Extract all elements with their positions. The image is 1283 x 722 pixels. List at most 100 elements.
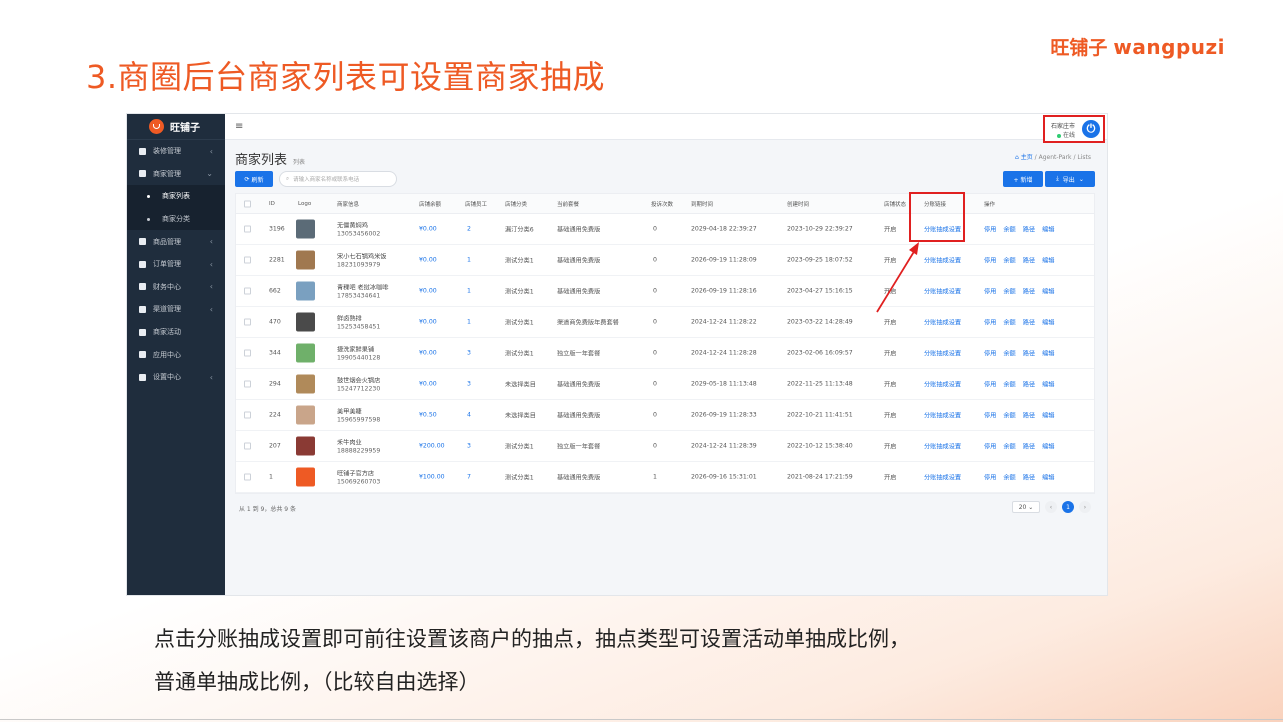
- action-button-3[interactable]: 编辑: [1042, 475, 1054, 482]
- power-icon[interactable]: ⏻: [1082, 120, 1100, 138]
- sidebar-item-4[interactable]: 商品管理 ‹: [127, 230, 225, 253]
- next-page-button[interactable]: ›: [1079, 501, 1091, 513]
- sidebar-item-7[interactable]: 渠道管理 ‹: [127, 298, 225, 321]
- balance-link[interactable]: ¥0.00: [419, 226, 437, 233]
- column-header[interactable]: Logo: [298, 201, 311, 207]
- sidebar-item-5[interactable]: 订单管理 ‹: [127, 253, 225, 276]
- column-header[interactable]: ID: [269, 201, 275, 207]
- action-button-3[interactable]: 编辑: [1042, 320, 1054, 327]
- sidebar-item-8[interactable]: 商家活动: [127, 321, 225, 344]
- sidebar-item-10[interactable]: 设置中心 ‹: [127, 366, 225, 389]
- action-button-2[interactable]: 路径: [1023, 258, 1035, 265]
- action-button-1[interactable]: 余额: [1003, 227, 1015, 234]
- sidebar-item-1[interactable]: 商家管理 ⌄: [127, 163, 225, 186]
- balance-link[interactable]: ¥0.00: [419, 381, 437, 388]
- staff-link[interactable]: 1: [467, 288, 471, 295]
- page-number-button[interactable]: 1: [1062, 501, 1074, 513]
- action-button-0[interactable]: 停用: [984, 413, 996, 420]
- action-button-3[interactable]: 编辑: [1042, 413, 1054, 420]
- search-input[interactable]: ⌕ 请输入商家名称或联系电话: [279, 171, 397, 187]
- action-button-1[interactable]: 余额: [1003, 444, 1015, 451]
- action-button-2[interactable]: 路径: [1023, 444, 1035, 451]
- refresh-button[interactable]: ⟳ 刷新: [235, 171, 273, 187]
- column-header[interactable]: 店铺余额: [419, 200, 441, 208]
- action-button-2[interactable]: 路径: [1023, 351, 1035, 358]
- action-button-1[interactable]: 余额: [1003, 258, 1015, 265]
- sidebar-logo[interactable]: 旺铺子: [127, 114, 225, 140]
- menu-toggle-icon[interactable]: ≡: [235, 121, 243, 132]
- row-checkbox[interactable]: [244, 256, 251, 264]
- balance-link[interactable]: ¥200.00: [419, 443, 445, 450]
- split-link-button[interactable]: 分账抽成设置: [924, 473, 961, 482]
- row-checkbox[interactable]: [244, 349, 251, 357]
- action-button-1[interactable]: 余额: [1003, 289, 1015, 296]
- action-button-0[interactable]: 停用: [984, 351, 996, 358]
- sidebar-item-6[interactable]: 财务中心 ‹: [127, 276, 225, 299]
- column-header[interactable]: 店铺员工: [465, 200, 487, 208]
- action-button-3[interactable]: 编辑: [1042, 382, 1054, 389]
- action-button-3[interactable]: 编辑: [1042, 351, 1054, 358]
- staff-link[interactable]: 3: [467, 443, 471, 450]
- action-button-2[interactable]: 路径: [1023, 382, 1035, 389]
- row-checkbox[interactable]: [244, 411, 251, 419]
- balance-link[interactable]: ¥0.50: [419, 412, 437, 419]
- page-size-select[interactable]: 20 ⌄: [1012, 501, 1040, 513]
- action-button-0[interactable]: 停用: [984, 444, 996, 451]
- export-button[interactable]: ⤓ 导出 ⌄: [1045, 171, 1095, 187]
- column-header[interactable]: 创建时间: [787, 200, 809, 208]
- sidebar-item-0[interactable]: 装修管理 ‹: [127, 140, 225, 163]
- action-button-1[interactable]: 余额: [1003, 382, 1015, 389]
- balance-link[interactable]: ¥0.00: [419, 288, 437, 295]
- split-link-button[interactable]: 分账抽成设置: [924, 380, 961, 389]
- split-link-button[interactable]: 分账抽成设置: [924, 287, 961, 296]
- balance-link[interactable]: ¥0.00: [419, 257, 437, 264]
- action-button-3[interactable]: 编辑: [1042, 289, 1054, 296]
- action-button-0[interactable]: 停用: [984, 320, 996, 327]
- column-header[interactable]: 到期时间: [691, 200, 713, 208]
- user-box[interactable]: 石家庄市 在线 ⏻: [1043, 115, 1105, 143]
- action-button-0[interactable]: 停用: [984, 382, 996, 389]
- action-button-3[interactable]: 编辑: [1042, 444, 1054, 451]
- row-checkbox[interactable]: [244, 473, 251, 481]
- column-header[interactable]: 商家信息: [337, 200, 359, 208]
- row-checkbox[interactable]: [244, 380, 251, 388]
- row-checkbox[interactable]: [244, 225, 251, 233]
- action-button-1[interactable]: 余额: [1003, 413, 1015, 420]
- row-checkbox[interactable]: [244, 442, 251, 450]
- action-button-1[interactable]: 余额: [1003, 320, 1015, 327]
- column-header[interactable]: 店铺分类: [505, 200, 527, 208]
- action-button-0[interactable]: 停用: [984, 258, 996, 265]
- split-link-button[interactable]: 分账抽成设置: [924, 411, 961, 420]
- split-link-button[interactable]: 分账抽成设置: [924, 442, 961, 451]
- split-link-button[interactable]: 分账抽成设置: [924, 256, 961, 265]
- column-header[interactable]: 店铺状态: [884, 200, 906, 208]
- balance-link[interactable]: ¥0.00: [419, 319, 437, 326]
- balance-link[interactable]: ¥100.00: [419, 474, 445, 481]
- sidebar-item-2[interactable]: 商家列表: [127, 185, 225, 208]
- row-checkbox[interactable]: [244, 287, 251, 295]
- action-button-2[interactable]: 路径: [1023, 320, 1035, 327]
- column-header[interactable]: 当前套餐: [557, 200, 579, 208]
- staff-link[interactable]: 2: [467, 226, 471, 233]
- staff-link[interactable]: 7: [467, 474, 471, 481]
- split-link-button[interactable]: 分账抽成设置: [924, 318, 961, 327]
- prev-page-button[interactable]: ‹: [1045, 501, 1057, 513]
- sidebar-item-9[interactable]: 应用中心: [127, 343, 225, 366]
- staff-link[interactable]: 1: [467, 319, 471, 326]
- action-button-2[interactable]: 路径: [1023, 413, 1035, 420]
- staff-link[interactable]: 3: [467, 381, 471, 388]
- column-header[interactable]: 投诉次数: [651, 200, 673, 208]
- action-button-1[interactable]: 余额: [1003, 475, 1015, 482]
- action-button-2[interactable]: 路径: [1023, 289, 1035, 296]
- staff-link[interactable]: 4: [467, 412, 471, 419]
- action-button-0[interactable]: 停用: [984, 475, 996, 482]
- staff-link[interactable]: 3: [467, 350, 471, 357]
- balance-link[interactable]: ¥0.00: [419, 350, 437, 357]
- sidebar-item-3[interactable]: 商家分类: [127, 207, 225, 231]
- select-all-checkbox[interactable]: [244, 200, 251, 207]
- breadcrumb-home[interactable]: ⌂ 主页: [1015, 154, 1033, 161]
- column-header[interactable]: 操作: [984, 200, 995, 208]
- action-button-3[interactable]: 编辑: [1042, 227, 1054, 234]
- action-button-2[interactable]: 路径: [1023, 227, 1035, 234]
- add-button[interactable]: + 新增: [1003, 171, 1043, 187]
